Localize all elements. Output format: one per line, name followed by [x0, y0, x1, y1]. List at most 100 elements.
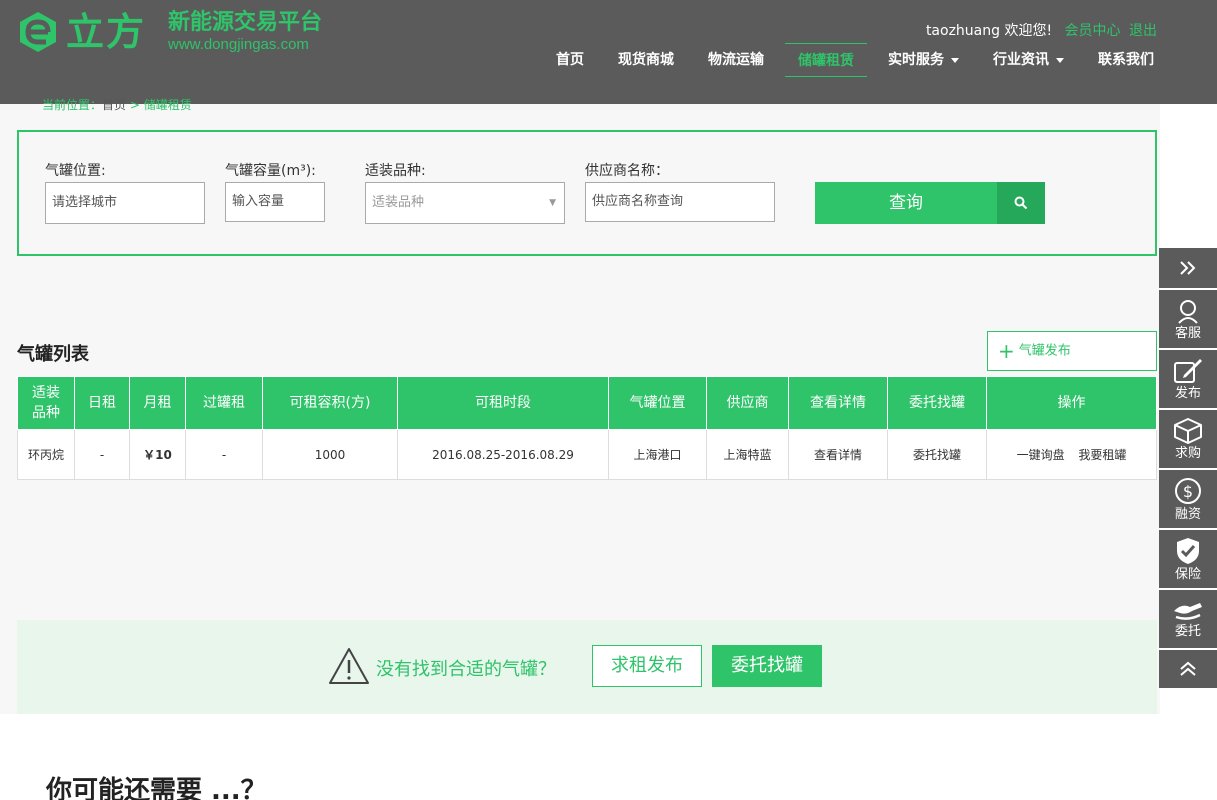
logo-e-icon: [20, 12, 56, 52]
rent-tank-link[interactable]: 我要租罐: [1078, 448, 1126, 462]
entrust-tank-link[interactable]: 委托找罐: [887, 429, 987, 480]
breadcrumb-current: 储罐租赁: [143, 98, 192, 112]
chevron-down-icon: [951, 57, 959, 63]
member-center-link[interactable]: 会员中心: [1065, 23, 1121, 39]
cell-volume: 1000: [262, 429, 398, 480]
nav-item-contact[interactable]: 联系我们: [1085, 43, 1167, 77]
cell-daily: -: [74, 429, 130, 480]
col-monthly: 月租: [129, 376, 186, 430]
nav-label: 联系我们: [1098, 52, 1154, 68]
recommend-title: 你可能还需要 ...？: [46, 776, 267, 800]
publish-label: 气罐发布: [1018, 343, 1071, 359]
nav-item-spot-mall[interactable]: 现货商城: [605, 43, 687, 77]
logout-link[interactable]: 退出: [1129, 23, 1157, 39]
welcome-text: 欢迎您!: [1004, 23, 1053, 39]
nav-item-home[interactable]: 首页: [543, 43, 597, 77]
sidebar-item-publish[interactable]: 发布: [1159, 350, 1217, 408]
cell-period: 2016.08.25-2016.08.29: [397, 429, 609, 480]
svg-text:$: $: [1183, 482, 1193, 501]
breadcrumb-separator: >: [129, 98, 140, 112]
sidebar-item-entrust[interactable]: 委托: [1159, 590, 1217, 648]
nav-label: 储罐租赁: [798, 53, 854, 69]
col-volume: 可租容积(方): [262, 376, 398, 430]
tank-table: 适装品种 日租 月租 过罐租 可租容积(方) 可租时段 气罐位置 供应商 查看详…: [17, 376, 1157, 480]
supplier-input[interactable]: 供应商名称查询: [585, 182, 775, 222]
tank-publish-button[interactable]: + 气罐发布: [987, 331, 1157, 371]
cell-variety: 环丙烷: [17, 429, 75, 480]
location-input[interactable]: 请选择城市: [45, 182, 205, 224]
nav-item-tank-rental[interactable]: 储罐租赁: [785, 43, 867, 77]
right-sidebar: 客服 发布 求购 $ 融资 保险 委托: [1159, 248, 1217, 690]
logo-url: www.dongjingas.com: [168, 36, 309, 53]
sidebar-item-purchase[interactable]: 求购: [1159, 410, 1217, 468]
cell-actions: 一键询盘 我要租罐: [986, 429, 1157, 480]
logo-tagline: 新能源交易平台: [168, 10, 323, 35]
sidebar-label: 求购: [1174, 445, 1201, 461]
nav-item-realtime-service[interactable]: 实时服务: [875, 43, 972, 77]
cell-location: 上海港口: [608, 429, 707, 480]
sidebar-item-finance[interactable]: $ 融资: [1159, 470, 1217, 528]
entrust-find-button[interactable]: 委托找罐: [712, 645, 822, 687]
col-detail: 查看详情: [788, 376, 888, 430]
view-detail-link[interactable]: 查看详情: [788, 429, 888, 480]
logo-main-text: 立方: [66, 10, 147, 54]
col-transfer: 过罐租: [185, 376, 263, 430]
customer-service-icon: [1178, 299, 1198, 324]
nav-label: 物流运输: [708, 52, 764, 68]
search-button[interactable]: 查询: [815, 182, 997, 224]
dropdown-arrow-icon: ▼: [549, 198, 556, 208]
sidebar-label: 发布: [1174, 385, 1201, 401]
table-header-row: 适装品种 日租 月租 过罐租 可租容积(方) 可租时段 气罐位置 供应商 查看详…: [17, 376, 1157, 430]
main-nav: 首页 现货商城 物流运输 储罐租赁 实时服务 行业资讯 联系我们: [535, 43, 1167, 77]
chevron-down-icon: [1056, 57, 1064, 63]
shield-check-icon: [1177, 537, 1199, 564]
variety-select-value: 适装品种: [372, 195, 425, 210]
cell-transfer: -: [185, 429, 263, 480]
request-publish-button[interactable]: 求租发布: [592, 645, 702, 687]
nav-label: 行业资讯: [993, 52, 1049, 68]
capacity-label: 气罐容量(m³):: [225, 163, 316, 179]
col-entrust: 委托找罐: [887, 376, 987, 430]
nav-item-logistics[interactable]: 物流运输: [695, 43, 777, 77]
breadcrumb-home[interactable]: 首页: [102, 98, 126, 112]
col-actions: 操作: [986, 376, 1157, 430]
col-variety: 适装品种: [17, 376, 75, 430]
nav-item-industry-news[interactable]: 行业资讯: [980, 43, 1077, 77]
cell-monthly: ￥10: [129, 429, 186, 480]
site-logo[interactable]: 立方 新能源交易平台 www.dongjingas.com: [16, 8, 356, 60]
breadcrumb: 当前位置：首页 > 储罐租赁: [42, 96, 192, 113]
search-icon-button[interactable]: [997, 182, 1045, 224]
dollar-icon: $: [1175, 477, 1201, 504]
sidebar-label: 委托: [1174, 623, 1201, 639]
double-chevron-right-icon: [1180, 261, 1196, 275]
warning-icon: [329, 648, 369, 684]
handshake-icon: [1174, 602, 1202, 620]
table-row: 环丙烷 - ￥10 - 1000 2016.08.25-2016.08.29 上…: [17, 429, 1157, 480]
nav-label: 首页: [556, 52, 584, 68]
tank-list-title: 气罐列表: [17, 344, 89, 365]
inquiry-link[interactable]: 一键询盘: [1017, 448, 1065, 462]
variety-select[interactable]: 适装品种 ▼: [365, 182, 565, 224]
cell-supplier: 上海特蓝: [706, 429, 789, 480]
sidebar-item-service[interactable]: 客服: [1159, 290, 1217, 348]
col-period: 可租时段: [397, 376, 609, 430]
nav-label: 实时服务: [888, 52, 944, 68]
edit-icon: [1174, 358, 1202, 383]
sidebar-label: 融资: [1174, 506, 1201, 522]
variety-label: 适装品种:: [365, 163, 426, 179]
col-location: 气罐位置: [608, 376, 707, 430]
col-label: 适装品种: [32, 385, 60, 421]
username: taozhuang: [925, 23, 1001, 39]
sidebar-label: 保险: [1174, 566, 1201, 582]
back-to-top-button[interactable]: [1159, 650, 1217, 688]
col-daily: 日租: [74, 376, 130, 430]
sidebar-collapse-button[interactable]: [1159, 248, 1217, 288]
supplier-label: 供应商名称：: [585, 163, 669, 179]
site-header: 立方 新能源交易平台 www.dongjingas.com taozhuang …: [0, 0, 1217, 104]
capacity-input[interactable]: 输入容量: [225, 182, 325, 222]
not-found-notice: 没有找到合适的气罐？ 求租发布 委托找罐: [17, 620, 1157, 714]
sidebar-item-insurance[interactable]: 保险: [1159, 530, 1217, 588]
double-chevron-up-icon: [1180, 661, 1196, 676]
search-icon: [1014, 196, 1028, 210]
nav-label: 现货商城: [618, 52, 674, 68]
